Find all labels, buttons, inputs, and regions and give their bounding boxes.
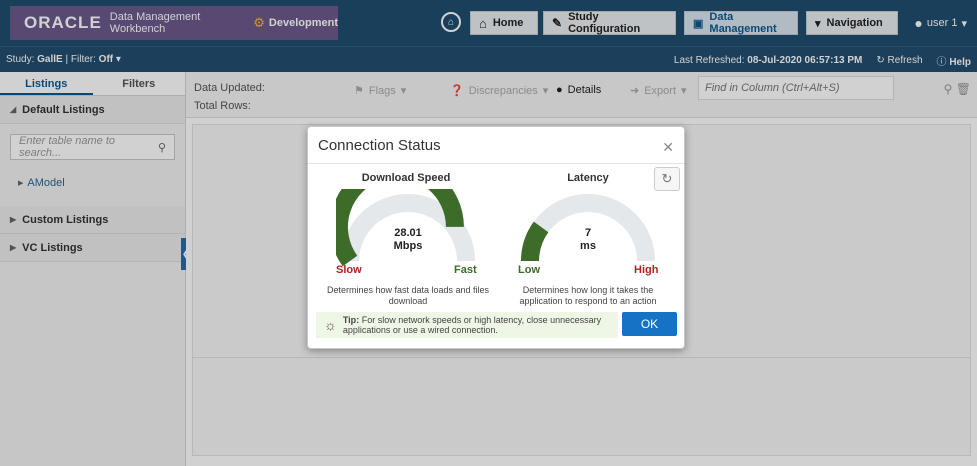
latency-description-line-1: Determines how long it takes the <box>522 285 654 295</box>
tip-text-line-1: For slow network speeds or high latency,… <box>361 315 602 325</box>
download-slow-label: Slow <box>336 264 362 276</box>
latency-high-label: High <box>634 264 659 276</box>
download-fast-label: Fast <box>454 264 477 276</box>
tip-label: Tip: <box>342 315 360 325</box>
download-description-line-1: Determines how fast data loads and files <box>326 285 490 295</box>
close-icon[interactable]: ✕ <box>662 139 674 156</box>
latency-unit: ms <box>580 240 596 252</box>
tip-banner: ☼ Tip: For slow network speeds or high l… <box>316 312 618 338</box>
tip-text-line-2: applications or use a wired connection. <box>342 325 498 335</box>
refresh-connection-button[interactable]: ↻ <box>654 167 680 191</box>
dialog-title: Connection Status <box>318 137 441 154</box>
latency-readout: 7 ms <box>548 227 628 253</box>
latency-low-label: Low <box>518 264 540 276</box>
latency-value: 7 <box>584 227 592 239</box>
download-speed-readout: 28.01 Mbps <box>368 227 448 253</box>
download-speed-title: Download Speed <box>361 172 451 184</box>
download-description-line-2: download <box>388 296 428 306</box>
download-description: Determines how fast data loads and files… <box>326 285 490 307</box>
download-speed-value: 28.01 <box>394 227 422 239</box>
latency-description: Determines how long it takes the applica… <box>506 285 670 307</box>
dialog-separator <box>308 163 684 164</box>
download-speed-unit: Mbps <box>393 240 423 252</box>
latency-title: Latency <box>567 172 609 184</box>
ok-button[interactable]: OK <box>622 312 677 336</box>
latency-gauge-fill <box>521 221 549 262</box>
connection-status-dialog: Connection Status ✕ Download Speed Laten… <box>307 126 685 349</box>
lightbulb-icon: ☼ <box>324 317 337 333</box>
refresh-icon: ↻ <box>661 171 673 186</box>
tip-text: Tip: For slow network speeds or high lat… <box>343 315 601 335</box>
latency-description-line-2: application to respond to an action <box>519 296 657 306</box>
